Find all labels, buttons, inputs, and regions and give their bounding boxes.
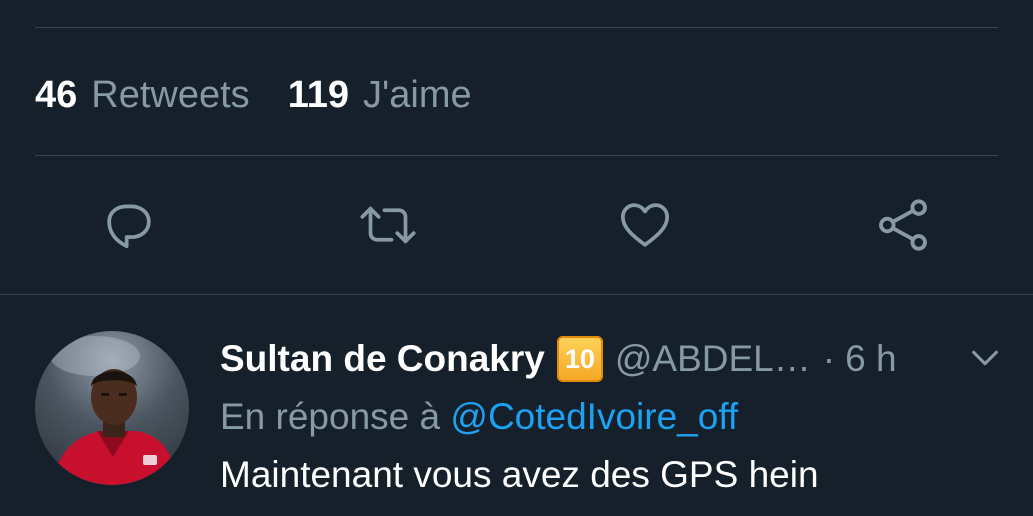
top-divider (35, 27, 998, 28)
reply-header: Sultan de Conakry 10 @ABDEL… · 6 h (220, 336, 897, 382)
retweets-count: 46 (35, 73, 78, 116)
timestamp: 6 h (845, 338, 897, 379)
reply-icon (107, 204, 151, 249)
engagement-stats: 46 Retweets 119 J'aime (35, 70, 510, 120)
likes-count: 119 (287, 73, 349, 116)
more-options-button[interactable] (968, 341, 1002, 375)
reply-tweet[interactable]: Sultan de Conakry 10 @ABDEL… · 6 h En ré… (0, 296, 1033, 516)
retweets-stat[interactable]: 46 Retweets (35, 74, 250, 117)
likes-stat[interactable]: 119 J'aime (288, 74, 472, 117)
user-handle[interactable]: @ABDEL… (615, 338, 811, 380)
reply-prefix: En réponse à (220, 396, 441, 437)
heart-icon (620, 203, 670, 247)
avatar-photo (50, 336, 177, 485)
like-button[interactable] (610, 190, 680, 260)
retweet-button[interactable] (353, 190, 423, 260)
stats-divider (35, 155, 998, 156)
number-badge-emoji: 10 (556, 336, 603, 382)
tweet-text: Maintenant vous avez des GPS hein (220, 454, 819, 495)
retweet-icon (360, 206, 416, 244)
retweets-label: Retweets (91, 73, 250, 116)
chevron-down-icon (972, 350, 998, 366)
reply-button[interactable] (94, 190, 164, 260)
dot-separator: · (822, 338, 836, 379)
reply-mention-link[interactable]: @CotedIvoire_off (450, 396, 738, 437)
reply-context: En réponse à @CotedIvoire_off (220, 396, 738, 438)
tweet-detail-screen: 46 Retweets 119 J'aime Sultan de Conakry… (0, 0, 1033, 516)
avatar[interactable] (35, 331, 189, 485)
share-icon (879, 199, 927, 251)
likes-label: J'aime (363, 73, 472, 116)
share-button[interactable] (868, 190, 938, 260)
display-name[interactable]: Sultan de Conakry (220, 338, 545, 380)
section-divider (0, 294, 1033, 295)
action-bar (0, 190, 1033, 260)
